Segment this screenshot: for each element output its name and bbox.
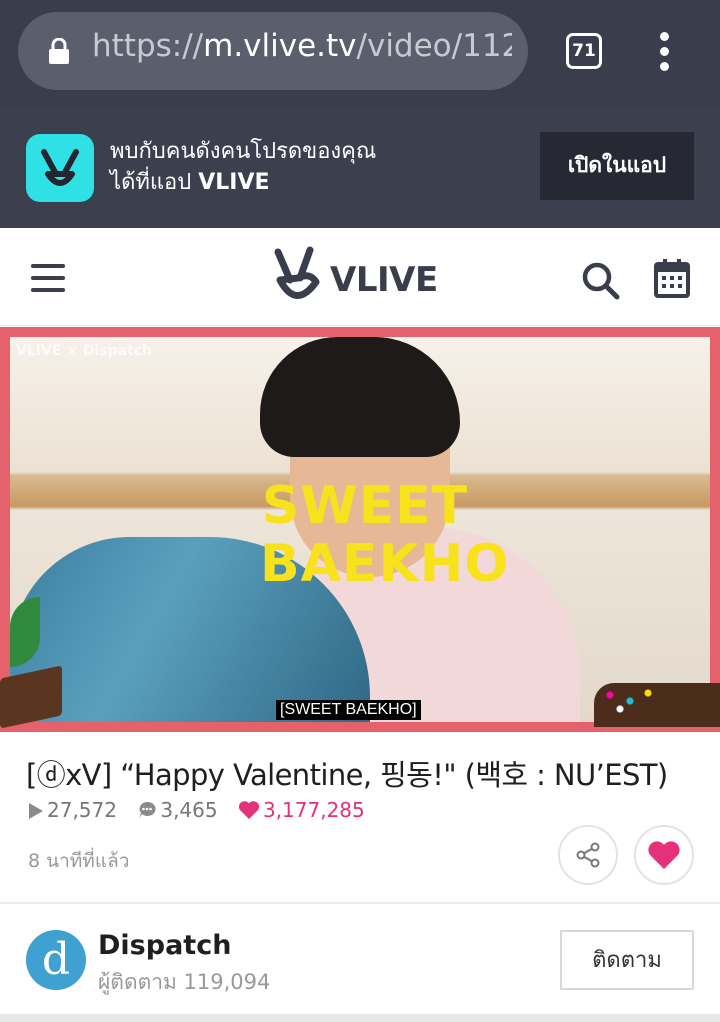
- video-stats: 27,572 3,465 3,177,285: [28, 796, 379, 822]
- video-watermark: VLIVE × Dispatch: [16, 343, 153, 359]
- browser-toolbar: https://m.vlive.tv/video/1128 71: [0, 0, 720, 106]
- heart-icon: [238, 800, 260, 819]
- share-button[interactable]: [558, 825, 618, 885]
- logo-text: VLIVE: [330, 260, 438, 300]
- upload-time: 8 นาทีที่แล้ว: [28, 850, 130, 872]
- bottom-edge: [0, 1014, 720, 1022]
- section-divider: [0, 902, 720, 904]
- url-text[interactable]: https://m.vlive.tv/video/1128: [92, 28, 512, 64]
- overlay-title-line2: BAEKHO: [260, 534, 510, 594]
- site-header: VLIVE: [0, 228, 720, 326]
- app-promo-banner: พบกับคนดังคนโปรดของคุณ ได้ที่แอป VLIVE เ…: [0, 106, 720, 228]
- channel-avatar-letter: d: [41, 934, 71, 985]
- channel-avatar[interactable]: d: [26, 930, 86, 990]
- lock-icon: [49, 38, 69, 64]
- calendar-icon[interactable]: [654, 258, 690, 298]
- promo-line2-prefix: ได้ที่แอป: [110, 170, 199, 195]
- play-count-value: 27,572: [47, 797, 117, 822]
- menu-icon[interactable]: [31, 264, 65, 292]
- promo-line2: ได้ที่แอป VLIVE: [110, 167, 376, 198]
- heart-icon: [648, 841, 680, 869]
- url-host: m.vlive.tv: [203, 28, 357, 64]
- more-menu-icon[interactable]: [650, 30, 680, 74]
- decor-sprinkles: [600, 687, 660, 717]
- promo-line1: พบกับคนดังคนโปรดของคุณ: [110, 139, 377, 164]
- follow-button[interactable]: ติดตาม: [560, 930, 694, 990]
- like-button[interactable]: [634, 825, 694, 885]
- video-overlay-title: SWEET BAEKHO: [260, 476, 510, 594]
- follower-count: ผู้ติดตาม 119,094: [98, 970, 271, 994]
- video-title: [ⓓxV] “Happy Valentine, 핑동!" (백호 : NU’ES…: [26, 758, 668, 792]
- url-path: /video/1128: [356, 28, 512, 64]
- like-count-value: 3,177,285: [262, 797, 365, 822]
- video-caption: [SWEET BAEKHO]: [276, 700, 421, 720]
- tab-switcher-button[interactable]: 71: [566, 33, 602, 69]
- vlive-hand-icon: [274, 246, 320, 299]
- like-count: 3,177,285: [238, 798, 365, 822]
- comment-count: 3,465: [137, 797, 218, 822]
- promo-brand: VLIVE: [198, 170, 270, 195]
- comment-icon: [139, 801, 156, 818]
- vlive-logo[interactable]: VLIVE: [270, 246, 450, 310]
- search-icon[interactable]: [580, 260, 620, 300]
- comment-count-value: 3,465: [160, 797, 218, 822]
- overlay-title-line1: SWEET: [261, 476, 469, 536]
- play-count: 27,572: [28, 798, 117, 822]
- open-in-app-button[interactable]: เปิดในแอป: [540, 132, 694, 200]
- promo-text: พบกับคนดังคนโปรดของคุณ ได้ที่แอป VLIVE: [110, 136, 376, 198]
- vlive-app-icon: [26, 134, 94, 202]
- channel-name[interactable]: Dispatch: [98, 930, 231, 961]
- play-icon: [29, 802, 43, 819]
- video-player[interactable]: SWEET BAEKHO VLIVE × Dispatch [SWEET BAE…: [0, 327, 720, 732]
- share-icon: [576, 842, 600, 868]
- video-thumbnail[interactable]: SWEET BAEKHO VLIVE × Dispatch: [10, 337, 710, 722]
- url-scheme: https://: [92, 28, 204, 64]
